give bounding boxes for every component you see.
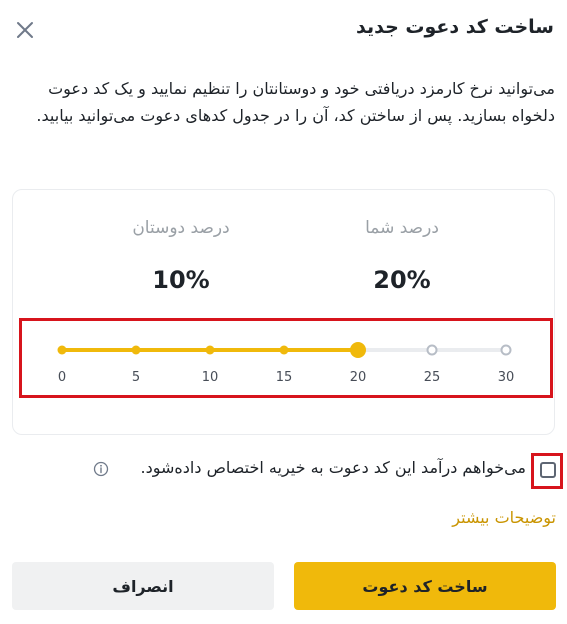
charity-label: می‌خواهم درآمد این کد دعوت به خیریه اختص… xyxy=(140,458,526,477)
modal-title: ساخت کد دعوت جدید xyxy=(355,16,554,38)
slider-tick-label: 15 xyxy=(275,370,293,385)
slider-step-dot[interactable] xyxy=(426,344,438,356)
slider-step-dot[interactable] xyxy=(500,344,512,356)
slider-step-dot[interactable] xyxy=(131,345,141,355)
create-invite-code-button[interactable]: ساخت کد دعوت xyxy=(294,562,556,610)
your-percent-value: 20% xyxy=(373,266,431,294)
slider-step-dot[interactable] xyxy=(279,345,289,355)
your-percent-label: درصد شما xyxy=(365,218,439,238)
slider-step-dot[interactable] xyxy=(205,345,215,355)
commission-slider[interactable] xyxy=(0,330,567,370)
info-icon[interactable] xyxy=(93,461,109,477)
slider-tick-label: 30 xyxy=(497,370,515,385)
slider-tick-label: 10 xyxy=(201,370,219,385)
friends-percent-label: درصد دوستان xyxy=(132,218,230,238)
modal-description: می‌توانید نرخ کارمزد دریافتی خود و دوستا… xyxy=(36,79,555,125)
commission-card xyxy=(12,189,555,435)
slider-tick-label: 0 xyxy=(57,370,67,385)
slider-thumb[interactable] xyxy=(350,342,366,358)
slider-tick-label: 20 xyxy=(349,370,367,385)
more-info-link[interactable]: توضیحات بیشتر xyxy=(452,508,556,527)
friends-percent-value: 10% xyxy=(152,266,210,294)
cancel-button[interactable]: انصراف xyxy=(12,562,274,610)
charity-checkbox[interactable] xyxy=(540,462,556,478)
slider-tick-label: 25 xyxy=(423,370,441,385)
close-icon[interactable] xyxy=(14,19,36,41)
slider-step-dot[interactable] xyxy=(57,345,67,355)
slider-tick-label: 5 xyxy=(131,370,141,385)
